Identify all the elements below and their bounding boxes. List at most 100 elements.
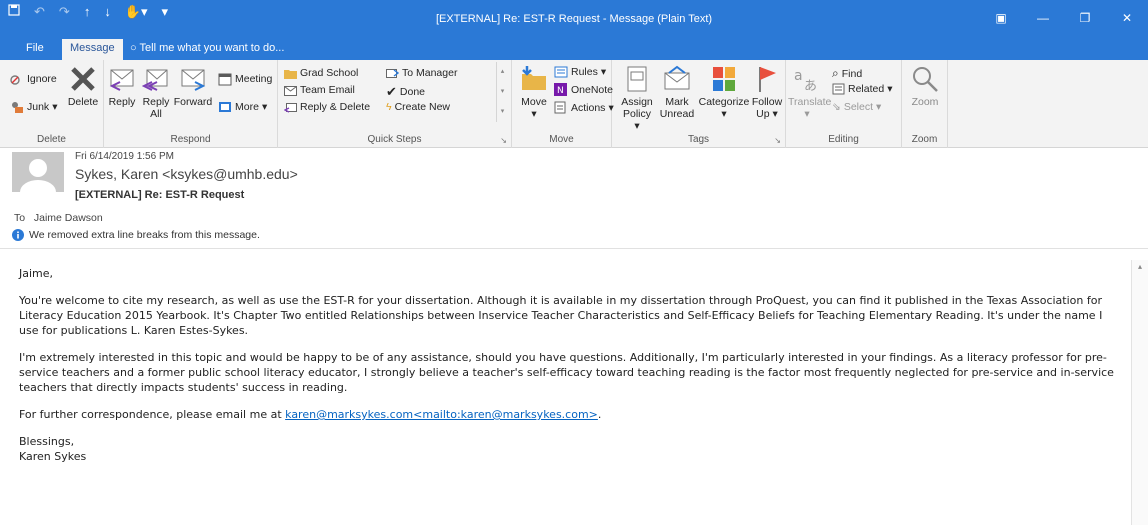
editing-group: aあ Translate ▾ ⌕ Find Related ▾ ⇘ Select ▾ … (786, 60, 902, 148)
respond-group: Reply Reply All Forward Meeting More ▾ Re… (104, 60, 278, 148)
actions-icon (554, 101, 566, 114)
tags-launcher-icon[interactable]: ↘ (774, 136, 781, 145)
translate-button[interactable]: aあ Translate ▾ (788, 64, 831, 120)
flag-icon (759, 67, 776, 92)
forward-button[interactable]: Forward (172, 64, 214, 108)
body-paragraph-2: I'm extremely interested in this topic a… (19, 351, 1114, 394)
move-folder-icon (522, 66, 546, 90)
assign-policy-icon (627, 66, 647, 92)
move-group: Move ▾ Rules ▾ N OneNote Actions ▾ Move (512, 60, 614, 148)
ribbon-display-icon[interactable]: ▣ (980, 0, 1022, 36)
tags-group: Assign Policy ▾ Mark Unread Categorize ▾ … (612, 60, 786, 148)
body-paragraph-3: For further correspondence, please email… (19, 408, 602, 421)
more-button[interactable]: More ▾ (218, 100, 267, 114)
select-button[interactable]: ⇘ Select ▾ (832, 101, 881, 113)
body-scrollbar[interactable]: ▴ (1131, 260, 1148, 525)
window-title: [EXTERNAL] Re: EST-R Request - Message (… (435, 13, 713, 25)
rules-icon (554, 66, 568, 78)
info-icon (12, 229, 24, 241)
reply-button[interactable]: Reply (106, 64, 138, 108)
move-button[interactable]: Move ▾ (516, 64, 552, 120)
quickstep-grad-school[interactable]: Grad School (284, 67, 358, 79)
lightbulb-icon: ○ (130, 42, 137, 54)
actions-button[interactable]: Actions ▾ (554, 101, 614, 114)
ignore-button[interactable]: Ignore (10, 72, 57, 86)
quickstep-to-manager[interactable]: To Manager (386, 67, 457, 79)
restore-icon[interactable]: ❐ (1064, 0, 1106, 36)
recipient-name[interactable]: Jaime Dawson (34, 212, 103, 224)
window-controls: ▣ — ❐ ✕ (980, 0, 1148, 36)
more-icon (219, 102, 231, 112)
svg-text:あ: あ (804, 79, 817, 94)
find-button[interactable]: ⌕ Find (832, 66, 862, 81)
quickstep-done[interactable]: ✔ Done (386, 84, 425, 100)
quick-steps-launcher-icon[interactable]: ↘ (500, 136, 507, 145)
header-divider (0, 248, 1148, 249)
reply-delete-icon (284, 102, 297, 113)
svg-text:N: N (557, 86, 564, 96)
minimize-icon[interactable]: — (1022, 0, 1064, 36)
lightning-icon: ϟ (386, 101, 392, 113)
categorize-button[interactable]: Categorize ▾ (698, 64, 750, 120)
onenote-icon: N (554, 83, 567, 96)
meeting-icon (218, 73, 232, 86)
mark-unread-icon (664, 65, 690, 90)
categorize-icon (713, 67, 735, 91)
quickstep-team-email[interactable]: Team Email (284, 84, 355, 96)
translate-icon: aあ (794, 68, 817, 94)
folder-icon (284, 69, 297, 79)
to-manager-icon (386, 68, 399, 78)
zoom-group: Zoom Zoom (902, 60, 948, 148)
delete-icon (71, 67, 95, 91)
signature: Karen Sykes (19, 450, 87, 463)
forward-icon (181, 69, 206, 91)
tab-file[interactable]: File (18, 39, 52, 60)
magnifier-icon (913, 67, 938, 92)
ribbon: Ignore Junk ▾ Delete Delete Reply Reply A… (0, 60, 1148, 148)
search-icon: ⌕ (832, 66, 839, 80)
tab-message[interactable]: Message (62, 39, 123, 60)
info-text: We removed extra line breaks from this m… (29, 229, 260, 241)
junk-button[interactable]: Junk ▾ (10, 100, 57, 114)
rules-button[interactable]: Rules ▾ (554, 66, 606, 78)
related-button[interactable]: Related ▾ (832, 83, 892, 95)
to-label: To (14, 212, 26, 224)
tell-me-box[interactable]: ○ Tell me what you want to do... (130, 42, 284, 54)
ribbon-tabs: File Message ○ Tell me what you want to … (0, 36, 1148, 60)
onenote-button[interactable]: N OneNote (554, 83, 613, 96)
info-bar[interactable]: We removed extra line breaks from this m… (12, 229, 260, 241)
quick-steps-group: Grad School Team Email Reply & Delete To… (278, 60, 512, 148)
message-date: Fri 6/14/2019 1:56 PM (75, 151, 174, 162)
assign-policy-button[interactable]: Assign Policy ▾ (620, 64, 654, 132)
quickstep-reply-delete[interactable]: Reply & Delete (284, 101, 370, 113)
reply-all-button[interactable]: Reply All (140, 64, 172, 120)
recipient-line: To Jaime Dawson (14, 212, 103, 224)
reply-all-icon (142, 69, 168, 91)
body-paragraph-1: You're welcome to cite my research, as w… (19, 294, 1103, 337)
ignore-icon (10, 75, 20, 85)
zoom-button[interactable]: Zoom (906, 64, 944, 108)
avatar (12, 152, 64, 192)
greeting: Jaime, (19, 267, 54, 280)
check-icon: ✔ (386, 84, 397, 99)
team-email-icon (284, 85, 297, 96)
cursor-icon: ⇘ (832, 101, 841, 113)
meeting-button[interactable]: Meeting (218, 72, 272, 86)
follow-up-button[interactable]: Follow Up ▾ (750, 64, 784, 120)
quick-steps-scroll[interactable]: ▴ ▾ ▾ (496, 62, 508, 122)
delete-group: Ignore Junk ▾ Delete Delete (0, 60, 104, 148)
svg-text:a: a (794, 68, 803, 84)
delete-button[interactable]: Delete (66, 64, 100, 108)
email-link[interactable]: karen@marksykes.com<mailto:karen@marksyk… (285, 408, 598, 421)
quickstep-create-new[interactable]: ϟ Create New (386, 101, 450, 113)
message-body: Jaime, You're welcome to cite my researc… (19, 266, 1124, 464)
reply-icon (109, 69, 134, 91)
message-subject: [EXTERNAL] Re: EST-R Request (75, 189, 245, 201)
scroll-up-icon[interactable]: ▴ (1132, 262, 1148, 271)
mark-unread-button[interactable]: Mark Unread (658, 64, 696, 120)
tell-me-text: Tell me what you want to do... (139, 42, 285, 54)
closing: Blessings, (19, 435, 75, 448)
title-bar: ↶ ↷ ↑ ↓ ✋▾ ▾ [EXTERNAL] Re: EST-R Reques… (0, 0, 1148, 36)
close-icon[interactable]: ✕ (1106, 0, 1148, 36)
sender-name[interactable]: Sykes, Karen <ksykes@umhb.edu> (75, 166, 298, 182)
